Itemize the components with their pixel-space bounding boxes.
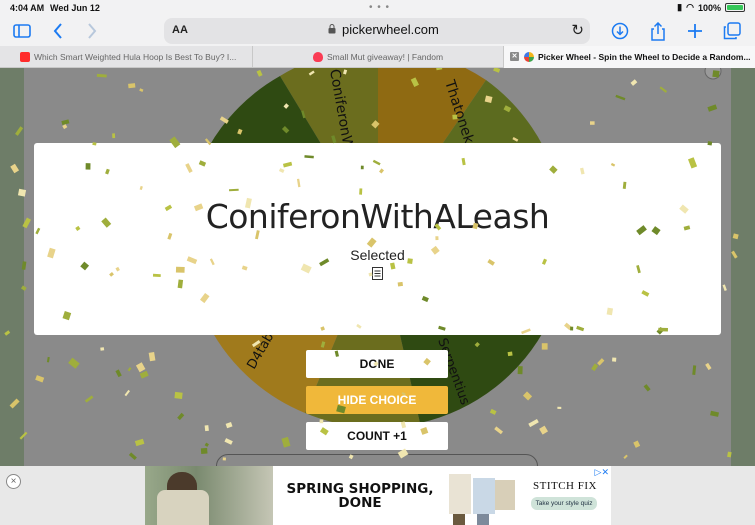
adchoices-icon[interactable]: ▷✕	[595, 467, 609, 478]
tab-title: Which Smart Weighted Hula Hoop Is Best T…	[34, 52, 237, 62]
multitasking-dots-icon[interactable]: • • •	[369, 2, 390, 13]
status-bar: 4:04 AM Wed Jun 12 • • • ▮ ◠ 100%	[0, 0, 755, 16]
ad-headline: SPRING SHOPPING, DONE	[286, 481, 434, 511]
browser-toolbar: AA pickerwheel.com ↻	[0, 16, 755, 46]
done-button[interactable]: DONE	[306, 350, 448, 378]
page-content: ConiferonW Thatoneko D4tab Serpentius Co…	[0, 68, 755, 466]
ad-cta-button[interactable]: Take your style quiz	[531, 497, 597, 510]
ad-clothes-image	[449, 474, 515, 525]
url-text[interactable]: pickerwheel.com	[342, 22, 439, 37]
youtube-icon	[20, 52, 30, 62]
document-icon[interactable]	[372, 267, 383, 280]
wifi-icon: ◠	[686, 2, 694, 12]
close-tab-icon[interactable]: ✕	[510, 52, 519, 61]
tab-hula-hoop[interactable]: Which Smart Weighted Hula Hoop Is Best T…	[0, 46, 252, 68]
ad-close-button[interactable]: ×	[6, 474, 21, 489]
sidebar-icon[interactable]	[10, 19, 34, 43]
picker-wheel-icon	[524, 52, 534, 62]
ad-shirt-image	[157, 490, 209, 525]
selected-result: ConiferonWithALeash	[205, 197, 550, 236]
status-time: 4:04 AM	[10, 3, 45, 13]
result-modal: ConiferonWithALeash Selected	[34, 143, 721, 335]
spin-control[interactable]	[216, 454, 538, 466]
new-tab-icon[interactable]	[683, 19, 707, 43]
tab-fandom[interactable]: Small Mut giveaway! | Fandom	[252, 46, 503, 68]
reload-icon[interactable]: ↻	[571, 21, 584, 39]
ad-brand: STITCH FIX	[533, 480, 597, 492]
tab-title: Small Mut giveaway! | Fandom	[327, 52, 444, 62]
fandom-icon	[313, 52, 323, 62]
tab-bar: Which Smart Weighted Hula Hoop Is Best T…	[0, 46, 755, 68]
tab-title: Picker Wheel - Spin the Wheel to Decide …	[538, 52, 751, 62]
status-date: Wed Jun 12	[50, 3, 100, 13]
battery-percent: 100%	[697, 2, 721, 13]
selected-label: Selected	[350, 247, 405, 263]
status-right: ▮ ◠ 100%	[677, 2, 745, 13]
lock-icon	[328, 24, 336, 34]
tab-overview-icon[interactable]	[720, 19, 744, 43]
wheel-settings-icon[interactable]	[704, 68, 722, 80]
ad-banner[interactable]: SPRING SHOPPING, DONE STITCH FIX Take yo…	[145, 466, 611, 525]
ad-banner-area: × SPRING SHOPPING, DONE STITCH FIX Take …	[0, 466, 755, 525]
hide-choice-button[interactable]: HIDE CHOICE	[306, 386, 448, 414]
tab-picker-wheel[interactable]: ✕ Picker Wheel - Spin the Wheel to Decid…	[503, 46, 755, 68]
text-size-button[interactable]: AA	[172, 24, 188, 36]
forward-icon[interactable]	[80, 19, 104, 43]
count-plus-one-button[interactable]: COUNT +1	[306, 422, 448, 450]
download-icon[interactable]	[608, 19, 632, 43]
back-icon[interactable]	[46, 19, 70, 43]
share-icon[interactable]	[646, 19, 670, 43]
address-bar[interactable]: AA pickerwheel.com ↻	[164, 18, 590, 44]
battery-icon	[725, 3, 745, 12]
signal-icon: ▮	[677, 2, 683, 12]
ad-photo	[145, 466, 273, 525]
